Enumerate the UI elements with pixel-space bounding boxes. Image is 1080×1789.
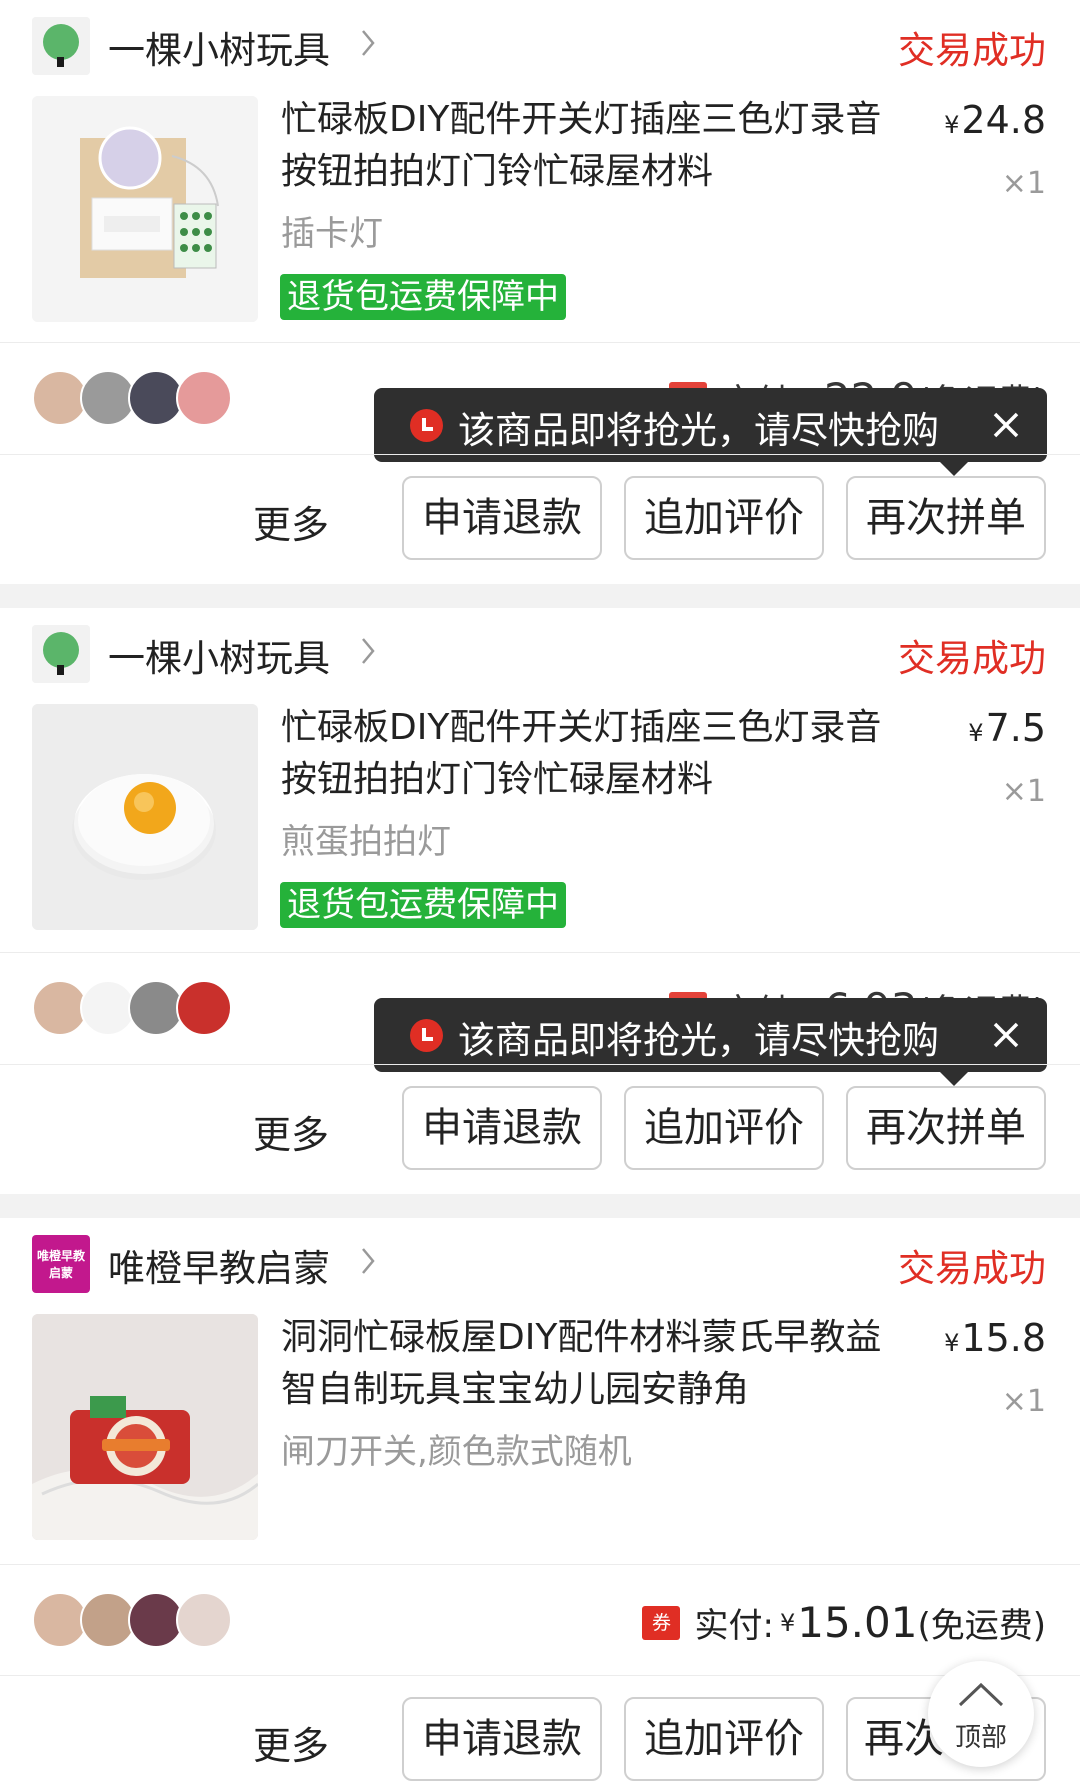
- chevron-right-icon[interactable]: [360, 636, 376, 666]
- divider: [0, 1564, 1080, 1565]
- shop-logo[interactable]: 唯橙早教启蒙: [32, 1235, 90, 1293]
- divider: [0, 952, 1080, 953]
- price-value: 24.8: [961, 98, 1046, 142]
- reorder-button[interactable]: 再次拼单: [846, 1086, 1046, 1170]
- product-price: ¥15.8: [944, 1316, 1046, 1360]
- divider: [0, 1675, 1080, 1676]
- refund-button[interactable]: 申请退款: [402, 476, 602, 560]
- order-status: 交易成功: [898, 29, 1046, 72]
- currency-symbol: ¥: [779, 1608, 796, 1637]
- price-value: 7.5: [985, 706, 1046, 750]
- back-to-top-button[interactable]: 顶部: [928, 1661, 1034, 1767]
- product-price: ¥7.5: [968, 706, 1046, 750]
- divider: [0, 1064, 1080, 1065]
- more-link[interactable]: 更多: [253, 494, 329, 549]
- pay-label: 实付:: [694, 1606, 774, 1646]
- shop-logo[interactable]: [32, 17, 90, 75]
- product-photo: [32, 1314, 258, 1540]
- payment-summary: 券 实付: ¥ 15.01 (免运费): [642, 1598, 1046, 1647]
- order-header: 一棵小树玩具 交易成功: [0, 608, 1080, 702]
- close-icon[interactable]: [987, 406, 1025, 444]
- group-avatars: [32, 980, 232, 1036]
- pay-note: (免运费): [917, 1606, 1046, 1646]
- tooltip-text: 该商品即将抢光，请尽快抢购: [458, 409, 939, 452]
- add-review-button[interactable]: 追加评价: [624, 1697, 824, 1781]
- shop-logo[interactable]: [32, 625, 90, 683]
- chevron-up-icon: [958, 1682, 1004, 1707]
- product-price: ¥24.8: [944, 98, 1046, 142]
- more-link[interactable]: 更多: [253, 1104, 329, 1159]
- currency-symbol: ¥: [944, 111, 960, 139]
- chevron-right-icon[interactable]: [360, 28, 376, 58]
- avatar: [176, 370, 232, 426]
- product-quantity: ×1: [1001, 1384, 1046, 1419]
- order-actions: 更多 申请退款 追加评价 再次: [0, 1697, 1080, 1783]
- product-quantity: ×1: [1001, 774, 1046, 809]
- divider: [0, 342, 1080, 343]
- product-title[interactable]: 忙碌板DIY配件开关灯插座三色灯录音按钮拍拍灯门铃忙碌屋材料: [281, 94, 909, 198]
- add-review-button[interactable]: 追加评价: [624, 476, 824, 560]
- close-icon[interactable]: [987, 1016, 1025, 1054]
- order-actions: 更多 申请退款 追加评价 再次拼单: [0, 1086, 1080, 1172]
- product-quantity: ×1: [1001, 166, 1046, 201]
- product-spec: 插卡灯: [281, 214, 383, 254]
- currency-symbol: ¥: [968, 719, 984, 747]
- currency-symbol: ¥: [944, 1329, 960, 1357]
- stock-tooltip: 该商品即将抢光，请尽快抢购: [374, 388, 1047, 476]
- product-spec: 闸刀开关,颜色款式随机: [281, 1432, 632, 1472]
- refund-button[interactable]: 申请退款: [402, 1086, 602, 1170]
- product-image[interactable]: [32, 1314, 258, 1540]
- order-header: 一棵小树玩具 交易成功: [0, 0, 1080, 94]
- order-card: 唯橙早教启蒙 唯橙早教启蒙 交易成功 洞洞忙碌板屋DIY配件材料蒙氏早教益智自制…: [0, 1218, 1080, 1789]
- avatar: [176, 980, 232, 1036]
- pay-amount: 15.01: [797, 1598, 918, 1647]
- product-image[interactable]: [32, 96, 258, 322]
- product-photo: [32, 704, 258, 930]
- divider: [0, 454, 1080, 455]
- order-card: 一棵小树玩具 交易成功 忙碌板DIY配件开关灯插座三色灯录音按钮拍拍灯门铃忙碌屋…: [0, 608, 1080, 1194]
- return-shipping-badge: 退货包运费保障中: [280, 274, 566, 320]
- shop-name[interactable]: 一棵小树玩具: [108, 628, 330, 682]
- order-status: 交易成功: [898, 637, 1046, 680]
- group-avatars: [32, 370, 232, 426]
- clock-icon: [410, 1019, 443, 1052]
- group-avatars: [32, 1592, 232, 1648]
- more-link[interactable]: 更多: [253, 1715, 329, 1770]
- product-title[interactable]: 忙碌板DIY配件开关灯插座三色灯录音按钮拍拍灯门铃忙碌屋材料: [281, 702, 909, 806]
- refund-button[interactable]: 申请退款: [402, 1697, 602, 1781]
- chevron-right-icon[interactable]: [360, 1246, 376, 1276]
- shop-name[interactable]: 唯橙早教启蒙: [108, 1238, 330, 1292]
- reorder-button[interactable]: 再次拼单: [846, 476, 1046, 560]
- clock-icon: [410, 409, 443, 442]
- tooltip-arrow: [940, 1072, 968, 1086]
- tooltip-arrow: [940, 462, 968, 476]
- stock-tooltip: 该商品即将抢光，请尽快抢购: [374, 998, 1047, 1086]
- tooltip-text: 该商品即将抢光，请尽快抢购: [458, 1019, 939, 1062]
- product-spec: 煎蛋拍拍灯: [281, 822, 451, 862]
- tree-icon: [32, 17, 90, 75]
- order-status: 交易成功: [898, 1247, 1046, 1290]
- product-photo: [32, 96, 258, 322]
- tree-icon: [32, 625, 90, 683]
- order-header: 唯橙早教启蒙 唯橙早教启蒙 交易成功: [0, 1218, 1080, 1312]
- product-image[interactable]: [32, 704, 258, 930]
- return-shipping-badge: 退货包运费保障中: [280, 882, 566, 928]
- avatar: [176, 1592, 232, 1648]
- back-to-top-label: 顶部: [954, 1723, 1007, 1753]
- coupon-badge: 券: [642, 1605, 681, 1640]
- add-review-button[interactable]: 追加评价: [624, 1086, 824, 1170]
- order-card: 一棵小树玩具 交易成功 忙碌板DIY配件开关灯插座三色灯录音按钮拍拍灯门铃忙碌屋…: [0, 0, 1080, 584]
- shop-name[interactable]: 一棵小树玩具: [108, 20, 330, 74]
- product-title[interactable]: 洞洞忙碌板屋DIY配件材料蒙氏早教益智自制玩具宝宝幼儿园安静角: [281, 1312, 909, 1416]
- price-value: 15.8: [961, 1316, 1046, 1360]
- order-actions: 更多 申请退款 追加评价 再次拼单: [0, 476, 1080, 562]
